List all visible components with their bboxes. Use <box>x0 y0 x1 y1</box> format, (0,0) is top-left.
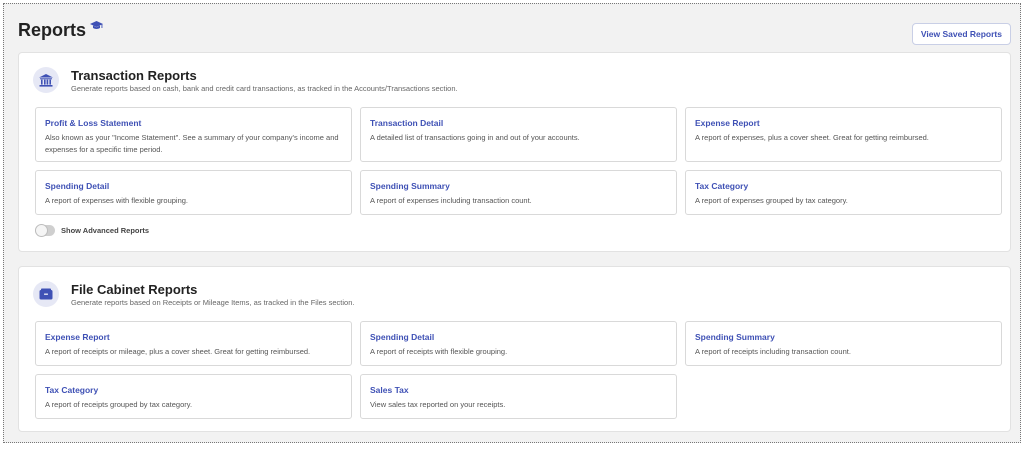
card-description: A report of expenses, plus a cover sheet… <box>695 133 929 142</box>
card-title: Transaction Detail <box>370 118 444 128</box>
card-description: A detailed list of transactions going in… <box>370 133 580 142</box>
card-title: Spending Summary <box>695 332 775 342</box>
card-title: Spending Summary <box>370 181 450 191</box>
card-fc-expense-report[interactable]: Expense Report A report of receipts or m… <box>35 321 352 366</box>
card-title: Profit & Loss Statement <box>45 118 142 128</box>
section-title: Transaction Reports <box>71 68 197 83</box>
card-spending-summary[interactable]: Spending Summary A report of expenses in… <box>360 170 677 215</box>
card-profit-loss[interactable]: Profit & Loss Statement Also known as yo… <box>35 107 352 162</box>
card-description: A report of expenses grouped by tax cate… <box>695 196 848 205</box>
card-expense-report[interactable]: Expense Report A report of expenses, plu… <box>685 107 1002 162</box>
card-title: Expense Report <box>695 118 760 128</box>
card-tax-category[interactable]: Tax Category A report of expenses groupe… <box>685 170 1002 215</box>
section-subtitle: Generate reports based on Receipts or Mi… <box>71 298 355 307</box>
app-frame: Reports View Saved Reports Transaction R… <box>3 3 1021 443</box>
card-spending-detail[interactable]: Spending Detail A report of expenses wit… <box>35 170 352 215</box>
card-title: Spending Detail <box>370 332 435 342</box>
page-header: Reports <box>18 18 104 41</box>
card-fc-spending-summary[interactable]: Spending Summary A report of receipts in… <box>685 321 1002 366</box>
transaction-reports-section: Transaction Reports Generate reports bas… <box>18 52 1011 252</box>
section-title: File Cabinet Reports <box>71 282 198 297</box>
card-description: A report of expenses including transacti… <box>370 196 532 205</box>
card-title: Tax Category <box>45 385 99 395</box>
card-title: Spending Detail <box>45 181 110 191</box>
advanced-reports-toggle-row: Show Advanced Reports <box>35 224 150 237</box>
view-saved-reports-button[interactable]: View Saved Reports <box>911 23 1011 45</box>
card-description: Also known as your "Income Statement". S… <box>45 133 339 154</box>
card-fc-tax-category[interactable]: Tax Category A report of receipts groupe… <box>35 374 352 419</box>
toggle-knob <box>35 224 48 237</box>
file-cabinet-icon <box>33 281 59 307</box>
page-title: Reports <box>18 20 87 40</box>
advanced-reports-toggle[interactable] <box>35 224 55 237</box>
card-description: View sales tax reported on your receipts… <box>370 400 506 409</box>
file-cabinet-reports-section: File Cabinet Reports Generate reports ba… <box>18 266 1011 432</box>
card-title: Expense Report <box>45 332 110 342</box>
card-transaction-detail[interactable]: Transaction Detail A detailed list of tr… <box>360 107 677 162</box>
card-description: A report of receipts or mileage, plus a … <box>45 347 311 356</box>
card-title: Sales Tax <box>370 385 409 395</box>
card-description: A report of receipts with flexible group… <box>370 347 508 356</box>
graduation-cap-icon[interactable] <box>90 18 104 36</box>
card-description: A report of receipts including transacti… <box>695 347 851 356</box>
card-fc-sales-tax[interactable]: Sales Tax View sales tax reported on you… <box>360 374 677 419</box>
card-description: A report of expenses with flexible group… <box>45 196 189 205</box>
section-subtitle: Generate reports based on cash, bank and… <box>71 84 458 93</box>
card-fc-spending-detail[interactable]: Spending Detail A report of receipts wit… <box>360 321 677 366</box>
card-title: Tax Category <box>695 181 749 191</box>
bank-icon <box>33 67 59 93</box>
advanced-reports-label: Show Advanced Reports <box>61 226 150 235</box>
card-description: A report of receipts grouped by tax cate… <box>45 400 193 409</box>
